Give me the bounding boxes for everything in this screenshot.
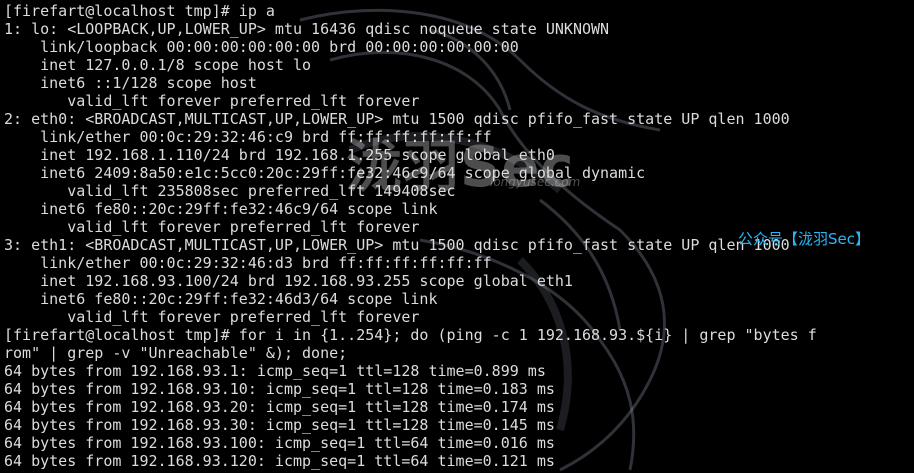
ping-reply-line: 64 bytes from 192.168.93.10: icmp_seq=1 … bbox=[4, 380, 555, 398]
output-line: 1: lo: <LOOPBACK,UP,LOWER_UP> mtu 16436 … bbox=[4, 20, 610, 38]
terminal-window[interactable]: [firefart@localhost tmp]# ip a 1: lo: <LO… bbox=[0, 0, 914, 473]
watermark-logo-text: 泷羽Sec bbox=[346, 135, 575, 200]
ping-reply-line: 64 bytes from 192.168.93.30: icmp_seq=1 … bbox=[4, 416, 555, 434]
prompt-line: [firefart@localhost tmp]# ip a bbox=[4, 2, 275, 20]
output-line: inet6 ::1/128 scope host bbox=[4, 74, 257, 92]
terminal-output: [firefart@localhost tmp]# ip a 1: lo: <LO… bbox=[4, 2, 817, 470]
output-line: link/ether 00:0c:29:32:46:d3 brd ff:ff:f… bbox=[4, 254, 492, 272]
ping-reply-line: 64 bytes from 192.168.93.20: icmp_seq=1 … bbox=[4, 398, 555, 416]
output-line: valid_lft forever preferred_lft forever bbox=[4, 218, 420, 236]
ping-reply-line: 64 bytes from 192.168.93.100: icmp_seq=1… bbox=[4, 434, 555, 452]
output-line: inet6 fe80::20c:29ff:fe32:46d3/64 scope … bbox=[4, 290, 438, 308]
output-line: inet 127.0.0.1/8 scope host lo bbox=[4, 56, 312, 74]
watermark-site-text: longyusec.com bbox=[490, 175, 581, 189]
prompt-line: [firefart@localhost tmp]# for i in {1..2… bbox=[4, 326, 817, 344]
ping-reply-line: 64 bytes from 192.168.93.120: icmp_seq=1… bbox=[4, 452, 555, 470]
output-line: 3: eth1: <BROADCAST,MULTICAST,UP,LOWER_U… bbox=[4, 236, 790, 254]
watermark-channel-text: 公众号【泷羽Sec】 bbox=[738, 230, 870, 248]
output-line: link/loopback 00:00:00:00:00:00 brd 00:0… bbox=[4, 38, 519, 56]
ping-reply-line: 64 bytes from 192.168.93.1: icmp_seq=1 t… bbox=[4, 362, 546, 380]
prompt-line-continued: rom" | grep -v "Unreachable" &); done; bbox=[4, 344, 348, 362]
output-line: valid_lft forever preferred_lft forever bbox=[4, 92, 420, 110]
output-line: valid_lft forever preferred_lft forever bbox=[4, 308, 420, 326]
output-line: inet 192.168.93.100/24 brd 192.168.93.25… bbox=[4, 272, 573, 290]
